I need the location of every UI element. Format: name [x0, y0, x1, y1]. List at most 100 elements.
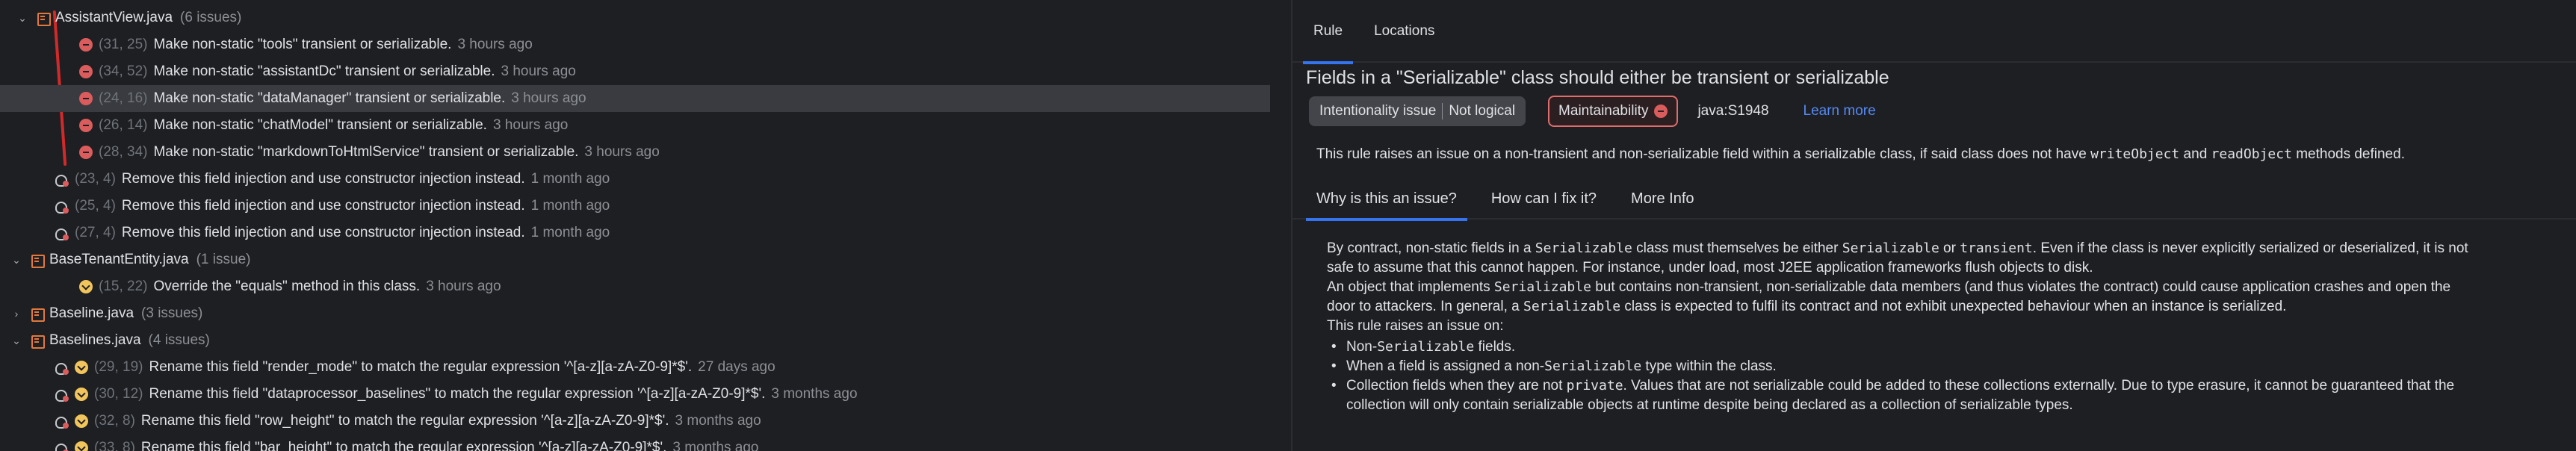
issue-position: (30, 12) — [94, 386, 143, 402]
issue-row[interactable]: (30, 12) Rename this field "dataprocesso… — [0, 381, 1270, 408]
java-file-icon — [30, 253, 45, 268]
issue-message: Make non-static "tools" transient or ser… — [153, 37, 452, 52]
chevron-down-icon[interactable]: ⌄ — [16, 12, 28, 24]
java-file-icon — [30, 307, 45, 322]
tab-why-issue[interactable]: Why is this an issue? — [1306, 178, 1467, 221]
description-line: safe to assume that this cannot happen. … — [1327, 260, 2093, 276]
issue-message: Rename this field "bar_height" to match … — [140, 440, 667, 451]
badge-type-detail: Not logical — [1449, 103, 1516, 119]
issue-position: (23, 4) — [75, 171, 116, 187]
tab-how-fix[interactable]: How can I fix it? — [1481, 178, 1607, 220]
maintainability-badge: Maintainability — [1548, 96, 1679, 127]
blocker-severity-icon — [79, 92, 93, 105]
issue-row-selected[interactable]: (24, 16) Make non-static "dataManager" t… — [0, 85, 1270, 112]
issue-row[interactable]: (34, 52) Make non-static "assistantDc" t… — [0, 58, 1270, 85]
chevron-down-icon[interactable]: ⌄ — [10, 335, 22, 346]
tab-locations[interactable]: Locations — [1363, 0, 1445, 63]
quality-label: Maintainability — [1558, 103, 1649, 119]
code-smell-icon — [52, 172, 69, 187]
tree-file-basetenantentity[interactable]: ⌄ BaseTenantEntity.java (1 issue) — [0, 246, 1270, 273]
blocker-severity-icon — [79, 38, 93, 52]
issue-row[interactable]: (33, 8) Rename this field "bar_height" t… — [0, 435, 1270, 451]
tree-file-baselines[interactable]: ⌄ Baselines.java (4 issues) — [0, 327, 1270, 354]
chevron-down-icon[interactable]: ⌄ — [10, 254, 22, 266]
issue-message: Rename this field "render_mode" to match… — [149, 359, 693, 375]
issue-message: Remove this field injection and use cons… — [121, 198, 525, 214]
minor-severity-icon — [75, 388, 88, 401]
code: Serializable — [1523, 299, 1621, 314]
issue-time: 3 months ago — [771, 386, 858, 402]
description-line: This rule raises an issue on: — [1327, 318, 1504, 334]
code: Serializable — [1544, 358, 1642, 374]
code: Serializable — [1842, 240, 1939, 256]
badge-type-label: Intentionality issue — [1319, 103, 1437, 119]
issue-message: Rename this field "row_height" to match … — [140, 413, 669, 429]
text: or — [1939, 240, 1960, 256]
issue-row[interactable]: (25, 4) Remove this field injection and … — [0, 193, 1270, 220]
text: collection will only contain serializabl… — [1346, 397, 2073, 413]
intro-text: This rule raises an issue on a non-trans… — [1316, 146, 2091, 162]
issue-time: 3 hours ago — [501, 63, 576, 79]
blocker-severity-icon — [79, 146, 93, 159]
text: fields. — [1474, 339, 1516, 355]
description-line: By contract, non-static fields in a Seri… — [1327, 239, 2576, 258]
text: type within the class. — [1641, 358, 1777, 374]
tab-rule[interactable]: Rule — [1303, 0, 1354, 64]
issue-message: Override the "equals" method in this cla… — [153, 279, 421, 294]
text: Collection fields when they are not — [1346, 378, 1567, 394]
learn-more-link[interactable]: Learn more — [1803, 103, 1876, 119]
issue-time: 3 hours ago — [426, 279, 501, 294]
rule-key: java:S1948 — [1697, 103, 1769, 119]
issue-message: Make non-static "chatModel" transient or… — [153, 117, 487, 133]
code-smell-icon — [52, 387, 69, 402]
issue-message: Rename this field "dataprocessor_baselin… — [149, 386, 766, 402]
badge-separator — [1442, 103, 1443, 119]
issues-tree-panel: ⌄ AssistantView.java (6 issues) (31, 25)… — [0, 0, 1281, 451]
list-item: Collection fields when they are not priv… — [1327, 376, 2576, 415]
issue-time: 3 hours ago — [584, 144, 660, 160]
text: By contract, non-static fields in a — [1327, 240, 1535, 256]
rule-subtabs: Why is this an issue? How can I fix it? … — [1292, 178, 2576, 221]
issue-row[interactable]: (15, 22) Override the "equals" method in… — [0, 273, 1270, 300]
minor-severity-icon — [75, 441, 88, 451]
issue-time: 1 month ago — [530, 171, 610, 187]
text: door to attackers. In general, a — [1327, 299, 1523, 314]
issue-row[interactable]: (31, 25) Make non-static "tools" transie… — [0, 31, 1270, 58]
issue-row[interactable]: (28, 34) Make non-static "markdownToHtml… — [0, 139, 1270, 166]
java-file-icon — [36, 11, 51, 26]
issue-row[interactable]: (29, 19) Rename this field "render_mode"… — [0, 354, 1270, 381]
blocker-severity-icon — [1654, 105, 1668, 118]
issue-row[interactable]: (26, 14) Make non-static "chatModel" tra… — [0, 112, 1270, 139]
code-smell-icon — [52, 441, 69, 451]
code: private — [1566, 378, 1623, 394]
issue-message: Make non-static "markdownToHtmlService" … — [153, 144, 579, 160]
issue-position: (15, 22) — [99, 279, 148, 294]
rule-badges: Intentionality issue Not logical Maintai… — [1309, 96, 1876, 127]
issue-message: Remove this field injection and use cons… — [121, 171, 525, 187]
issue-row[interactable]: (23, 4) Remove this field injection and … — [0, 166, 1270, 193]
issue-position: (33, 8) — [94, 440, 135, 451]
text: class must themselves be either — [1632, 240, 1842, 256]
tree-file-baseline[interactable]: › Baseline.java (3 issues) — [0, 300, 1270, 327]
minor-severity-icon — [79, 280, 93, 293]
tab-more-info[interactable]: More Info — [1620, 178, 1704, 220]
issue-count: (6 issues) — [180, 10, 242, 25]
blocker-severity-icon — [79, 119, 93, 132]
minor-severity-icon — [75, 361, 88, 374]
issue-count: (1 issue) — [196, 252, 251, 267]
text: An object that implements — [1327, 279, 1494, 295]
intro-text: and — [2179, 146, 2211, 162]
issue-message: Remove this field injection and use cons… — [121, 225, 525, 240]
intro-code: writeObject — [2090, 146, 2180, 162]
issue-row[interactable]: (27, 4) Remove this field injection and … — [0, 220, 1270, 246]
issue-count: (4 issues) — [148, 332, 210, 348]
text: When a field is assigned a non- — [1346, 358, 1545, 374]
detail-tabs: Rule Locations — [1292, 0, 2576, 64]
tree-file-assistantview[interactable]: ⌄ AssistantView.java (6 issues) — [16, 4, 1281, 31]
issue-row[interactable]: (32, 8) Rename this field "row_height" t… — [0, 408, 1270, 435]
issue-message: Make non-static "dataManager" transient … — [153, 90, 506, 106]
file-name: Baseline.java — [49, 305, 134, 321]
code-smell-icon — [52, 360, 69, 375]
issue-position: (34, 52) — [99, 63, 148, 79]
chevron-right-icon[interactable]: › — [10, 308, 22, 320]
